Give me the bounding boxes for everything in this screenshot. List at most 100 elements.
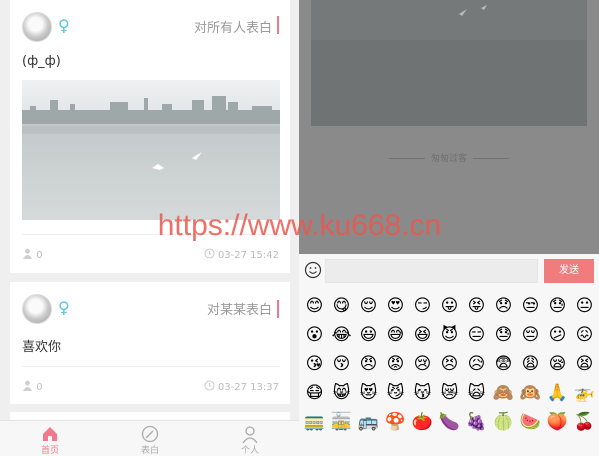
emoji-item[interactable]: 😏 (409, 292, 436, 321)
emoji-item[interactable]: 😓 (490, 321, 517, 350)
tab-label: 个人 (240, 446, 259, 456)
divider (22, 366, 280, 367)
feed-screen: ♀ 对所有人表白 (ф_ф) 0 03-27 15:42 ♀ 对某某表白 喜欢你… (0, 0, 299, 456)
send-button[interactable]: 发送 (544, 259, 594, 283)
divider (22, 234, 280, 235)
detail-screen: 匆匆过客 发送 😊 😋 😌 😍 😏 😛 😝 😞 😒 😓 😐 😮 😂 😃 😅 😆 😈 😑 😓 😔 😕 😖 😘 😚 😠 😡 😢 😣 😥 😨 😩 😪… (299, 0, 599, 456)
emoji-item[interactable]: 🍅 (409, 408, 436, 437)
emoji-item[interactable]: 😷 (301, 379, 328, 408)
person-icon (23, 380, 32, 391)
tab-profile[interactable]: 个人 (220, 425, 280, 456)
emoji-item[interactable]: 😥 (463, 350, 490, 379)
emoji-item[interactable]: 😩 (517, 350, 544, 379)
emoji-item[interactable]: 🍉 (517, 408, 544, 437)
emoji-item[interactable]: 😋 (328, 292, 355, 321)
bottom-tab-bar: 首页 表白 个人 (0, 420, 299, 456)
post-time: 03-27 15:42 (204, 248, 279, 261)
author-footer: 匆匆过客 (299, 151, 599, 164)
post-target: 对所有人表白 (193, 21, 272, 36)
emoji-item[interactable]: 🍑 (544, 408, 571, 437)
emoji-item[interactable]: 😢 (409, 350, 436, 379)
post-card[interactable]: ♀ 对某某表白 喜欢你 0 03-27 13:37 (10, 282, 290, 404)
female-symbol-icon: ♀ (58, 16, 70, 35)
likes-count: 0 (36, 382, 43, 393)
post-card[interactable]: ♀ 对所有人表白 (ф_ф) 0 03-27 15:42 (10, 0, 290, 273)
smiley-icon[interactable] (304, 261, 322, 279)
post-photo[interactable] (22, 80, 280, 220)
emoji-item[interactable]: 😪 (544, 350, 571, 379)
comment-input[interactable] (325, 259, 538, 283)
emoji-item[interactable]: 😊 (301, 292, 328, 321)
tab-home[interactable]: 首页 (20, 425, 80, 456)
emoji-item[interactable]: 😔 (517, 321, 544, 350)
post-content: (ф_ф) (22, 54, 61, 69)
emoji-item[interactable]: 😼 (382, 379, 409, 408)
tab-label: 表白 (140, 446, 159, 456)
emoji-item[interactable]: 🚃 (301, 408, 328, 437)
comment-panel: 发送 😊 😋 😌 😍 😏 😛 😝 😞 😒 😓 😐 😮 😂 😃 😅 😆 😈 😑 😓 😔 😕 😖 😘 😚 😠 😡 😢 😣 😥 😨 😩 😪 😫 😷 😸 😻 😼… (299, 254, 599, 456)
emoji-item[interactable]: 😨 (490, 350, 517, 379)
emoji-item[interactable]: 😆 (409, 321, 436, 350)
emoji-item[interactable]: 🍇 (463, 408, 490, 437)
emoji-item[interactable]: 🚌 (355, 408, 382, 437)
tab-label: 首页 (40, 446, 59, 456)
female-symbol-icon: ♀ (58, 298, 70, 317)
emoji-item[interactable]: 😛 (436, 292, 463, 321)
emoji-item[interactable]: 😡 (382, 350, 409, 379)
emoji-item[interactable]: 😂 (328, 321, 355, 350)
emoji-item[interactable]: 😣 (436, 350, 463, 379)
emoji-item[interactable]: 😃 (355, 321, 382, 350)
emoji-item[interactable]: 😽 (409, 379, 436, 408)
emoji-item[interactable]: 😫 (571, 350, 598, 379)
emoji-item[interactable]: 🙏 (544, 379, 571, 408)
emoji-item[interactable]: 🍒 (571, 408, 598, 437)
emoji-item[interactable]: 🙉 (517, 379, 544, 408)
emoji-item[interactable]: 😻 (355, 379, 382, 408)
emoji-item[interactable]: 🍈 (490, 408, 517, 437)
emoji-item[interactable]: 🚁 (571, 379, 598, 408)
emoji-item[interactable]: 😅 (382, 321, 409, 350)
emoji-item[interactable]: 😿 (436, 379, 463, 408)
tab-confess[interactable]: 表白 (120, 425, 180, 456)
emoji-grid: 😊 😋 😌 😍 😏 😛 😝 😞 😒 😓 😐 😮 😂 😃 😅 😆 😈 😑 😓 😔 😕 😖 😘 😚 😠 😡 😢 😣 😥 😨 😩 😪 😫 😷 😸 😻 😼 😽 😿 🙀… (301, 292, 599, 437)
likes[interactable]: 0 (22, 248, 43, 261)
emoji-item[interactable]: 😈 (436, 321, 463, 350)
emoji-item[interactable]: 😘 (301, 350, 328, 379)
emoji-item[interactable]: 😐 (571, 292, 598, 321)
emoji-item[interactable]: 😠 (355, 350, 382, 379)
post-target: 对某某表白 (206, 303, 272, 318)
emoji-item[interactable]: 🙈 (490, 379, 517, 408)
emoji-item[interactable]: 🙀 (463, 379, 490, 408)
accent-bar (277, 16, 279, 34)
avatar[interactable] (22, 294, 52, 324)
likes[interactable]: 0 (22, 380, 43, 393)
emoji-item[interactable]: 🍆 (436, 408, 463, 437)
time-text: 03-27 15:42 (217, 250, 279, 261)
emoji-item[interactable]: 😑 (463, 321, 490, 350)
home-icon (43, 427, 57, 441)
emoji-item[interactable]: 😮 (301, 321, 328, 350)
emoji-item[interactable]: 🍄 (382, 408, 409, 437)
emoji-item[interactable]: 😓 (544, 292, 571, 321)
emoji-item[interactable]: 😖 (571, 321, 598, 350)
footer-text: 匆匆过客 (430, 154, 467, 164)
divider (388, 158, 425, 159)
emoji-item[interactable]: 😝 (463, 292, 490, 321)
emoji-item[interactable]: 😞 (490, 292, 517, 321)
emoji-item[interactable]: 😚 (328, 350, 355, 379)
avatar[interactable] (22, 12, 52, 42)
clock-icon (204, 248, 215, 259)
emoji-item[interactable]: 😌 (355, 292, 382, 321)
post-content: 喜欢你 (22, 340, 62, 355)
divider (473, 158, 509, 159)
lake-photo (22, 80, 280, 220)
time-text: 03-27 13:37 (217, 382, 279, 393)
post-photo[interactable] (311, 0, 587, 126)
likes-count: 0 (36, 250, 43, 261)
emoji-item[interactable]: 😒 (517, 292, 544, 321)
emoji-item[interactable]: 😸 (328, 379, 355, 408)
emoji-item[interactable]: 😍 (382, 292, 409, 321)
clock-icon (204, 380, 215, 391)
emoji-item[interactable]: 🚋 (328, 408, 355, 437)
emoji-item[interactable]: 😕 (544, 321, 571, 350)
